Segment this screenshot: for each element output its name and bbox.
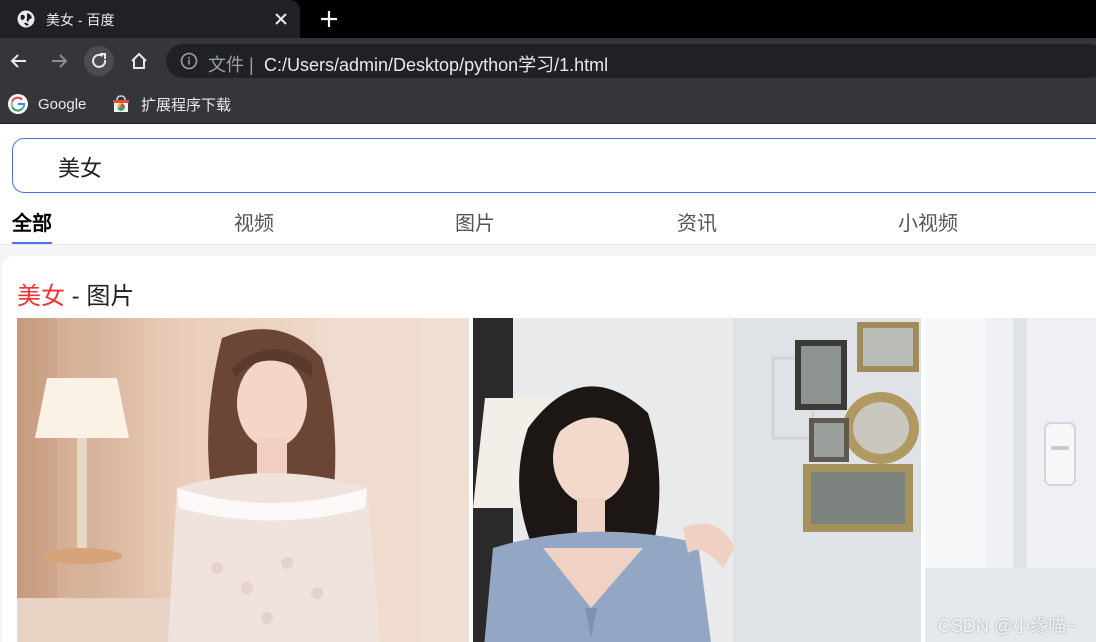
home-icon	[131, 52, 147, 69]
tab-title: 美女 - 百度	[46, 12, 115, 28]
browser-tab[interactable]: 美女 - 百度	[0, 0, 300, 38]
bookmark-label: Google	[38, 95, 87, 113]
bookmarks-bar: Google 扩展程序下载	[0, 84, 1096, 124]
browser-tab-strip: 美女 - 百度	[0, 0, 1096, 38]
page-content: 美女 全部 视频 图片 资讯 小视频 美女 - 图片	[0, 125, 1096, 642]
info-icon[interactable]	[180, 52, 198, 70]
bookmark-extensions-store[interactable]: 扩展程序下载	[111, 93, 231, 115]
tab-video[interactable]: 视频	[234, 207, 274, 236]
result-image[interactable]	[473, 318, 921, 642]
arrow-right-icon	[52, 54, 68, 68]
search-header: 美女 全部 视频 图片 资讯 小视频	[0, 125, 1096, 245]
search-input[interactable]: 美女	[12, 138, 1096, 193]
globe-icon	[17, 10, 35, 28]
forward-button[interactable]	[44, 46, 74, 76]
tab-short-video[interactable]: 小视频	[898, 207, 958, 236]
bookmark-google[interactable]: Google	[8, 93, 86, 115]
result-image[interactable]	[925, 318, 1096, 642]
bookmark-label: 扩展程序下载	[141, 96, 232, 114]
tab-images[interactable]: 图片	[455, 207, 495, 236]
search-tabs: 全部 视频 图片 资讯 小视频	[0, 195, 1096, 245]
image-result-card: 美女 - 图片	[2, 256, 1096, 642]
result-title-highlight: 美女	[17, 283, 65, 310]
result-title[interactable]: 美女 - 图片	[17, 276, 134, 311]
reload-icon	[92, 53, 107, 68]
address-url[interactable]: C:/Users/admin/Desktop/python学习/1.html	[264, 51, 608, 77]
result-image[interactable]	[17, 318, 469, 642]
home-button[interactable]	[124, 46, 154, 76]
result-title-rest: - 图片	[65, 283, 135, 310]
photo-woman-lace-dress	[17, 318, 469, 642]
browser-toolbar: 文件 | C:/Users/admin/Desktop/python学习/1.h…	[0, 38, 1096, 84]
csdn-watermark: CSDN @小缘喵~	[938, 616, 1077, 636]
photo-bright-room	[925, 318, 1096, 642]
address-bar[interactable]: 文件 | C:/Users/admin/Desktop/python学习/1.h…	[166, 44, 1096, 78]
back-button[interactable]	[4, 46, 34, 76]
search-query: 美女	[58, 156, 103, 181]
extensions-store-icon	[113, 95, 129, 112]
photo-woman-blue-top	[473, 318, 921, 642]
google-icon	[8, 94, 28, 114]
tab-news[interactable]: 资讯	[677, 207, 717, 236]
address-scheme-label: 文件 |	[208, 55, 254, 75]
plus-icon[interactable]	[316, 6, 342, 32]
close-icon[interactable]	[270, 8, 292, 30]
tab-all[interactable]: 全部	[12, 207, 52, 236]
reload-button[interactable]	[84, 46, 114, 76]
active-tab-indicator	[12, 242, 52, 244]
arrow-left-icon	[10, 54, 26, 68]
